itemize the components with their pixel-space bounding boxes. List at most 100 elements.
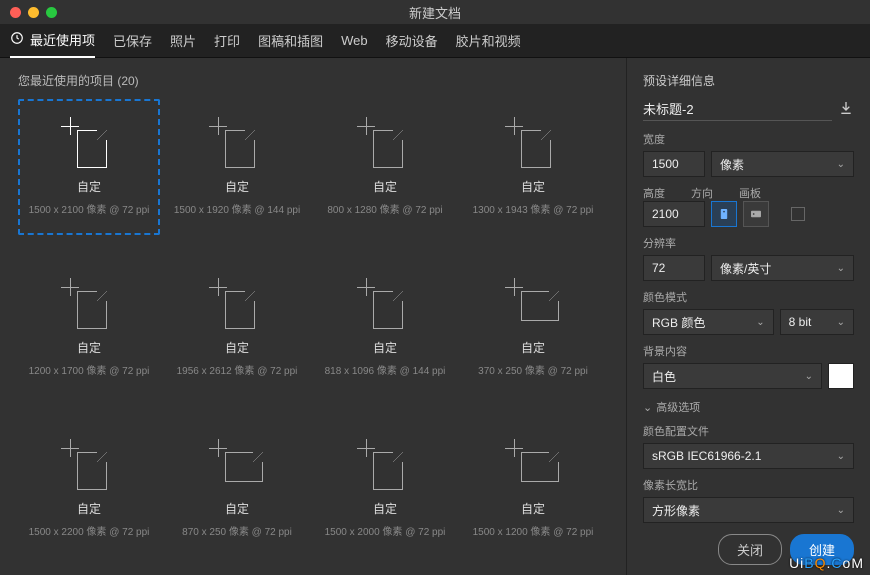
background-color-swatch[interactable] bbox=[828, 363, 854, 389]
preset-dimensions: 870 x 250 像素 @ 72 ppi bbox=[182, 523, 292, 538]
artboard-checkbox[interactable] bbox=[791, 207, 805, 221]
preset-item[interactable]: 自定 800 x 1280 像素 @ 72 ppi bbox=[314, 99, 456, 235]
details-title: 预设详细信息 bbox=[643, 72, 854, 89]
preset-item[interactable]: 自定 1200 x 1700 像素 @ 72 ppi bbox=[18, 260, 160, 396]
width-label: 宽度 bbox=[643, 131, 854, 147]
width-input[interactable] bbox=[643, 151, 705, 177]
height-input[interactable] bbox=[643, 201, 705, 227]
category-tabs: 最近使用项 已保存 照片 打印 图稿和插图 Web 移动设备 胶片和视频 bbox=[0, 24, 870, 58]
document-icon bbox=[213, 118, 261, 170]
preset-list-panel: 您最近使用的项目 (20) 自定1500 x 2100 像素 @ 72 ppi自… bbox=[0, 58, 626, 575]
document-icon bbox=[213, 440, 261, 492]
preset-dimensions: 818 x 1096 像素 @ 144 ppi bbox=[325, 362, 446, 377]
window-title: 新建文档 bbox=[0, 3, 870, 22]
document-icon bbox=[509, 440, 557, 492]
create-button[interactable]: 创建 bbox=[790, 534, 854, 565]
preset-name: 自定 bbox=[225, 339, 249, 356]
chevron-down-icon: ⌄ bbox=[837, 317, 845, 328]
close-button[interactable]: 关闭 bbox=[718, 534, 782, 565]
close-window-button[interactable] bbox=[10, 7, 21, 18]
height-label: 高度 bbox=[643, 185, 665, 201]
tab-mobile[interactable]: 移动设备 bbox=[386, 24, 438, 58]
preset-item[interactable]: 自定 1956 x 2612 像素 @ 72 ppi bbox=[166, 260, 308, 396]
tab-art[interactable]: 图稿和插图 bbox=[258, 24, 323, 58]
document-icon bbox=[213, 279, 261, 331]
minimize-window-button[interactable] bbox=[28, 7, 39, 18]
preset-name: 自定 bbox=[77, 339, 101, 356]
document-icon bbox=[65, 440, 113, 492]
tab-photo[interactable]: 照片 bbox=[170, 24, 196, 58]
advanced-toggle[interactable]: ⌄ 高级选项 bbox=[643, 399, 854, 415]
preset-name: 自定 bbox=[373, 339, 397, 356]
preset-dimensions: 1500 x 2200 像素 @ 72 ppi bbox=[29, 523, 150, 538]
tab-saved[interactable]: 已保存 bbox=[113, 24, 152, 58]
background-label: 背景内容 bbox=[643, 343, 854, 359]
preset-dimensions: 1500 x 2000 像素 @ 72 ppi bbox=[325, 523, 446, 538]
tab-filmvideo[interactable]: 胶片和视频 bbox=[456, 24, 521, 58]
preset-item[interactable]: 自定870 x 250 像素 @ 72 ppi bbox=[166, 421, 308, 557]
resolution-unit-select[interactable]: 像素/英寸⌄ bbox=[711, 255, 854, 281]
chevron-down-icon: ⌄ bbox=[837, 159, 845, 170]
preset-dimensions: 1956 x 2612 像素 @ 72 ppi bbox=[177, 362, 298, 377]
colormode-label: 颜色模式 bbox=[643, 289, 854, 305]
save-preset-icon[interactable] bbox=[838, 100, 854, 119]
preset-details-panel: 预设详细信息 宽度 像素⌄ 高度 方向 画板 bbox=[626, 58, 870, 575]
orientation-label: 方向 bbox=[691, 185, 713, 201]
tab-web[interactable]: Web bbox=[341, 24, 368, 58]
colormode-select[interactable]: RGB 颜色⌄ bbox=[643, 309, 774, 335]
document-icon bbox=[509, 118, 557, 170]
document-icon bbox=[65, 279, 113, 331]
width-unit-select[interactable]: 像素⌄ bbox=[711, 151, 854, 177]
preset-name: 自定 bbox=[225, 178, 249, 195]
chevron-down-icon: ⌄ bbox=[837, 263, 845, 274]
preset-name: 自定 bbox=[521, 178, 545, 195]
preset-item[interactable]: 自定 1300 x 1943 像素 @ 72 ppi bbox=[462, 99, 604, 235]
dialog-footer: 关闭 创建 bbox=[718, 534, 854, 565]
preset-dimensions: 1200 x 1700 像素 @ 72 ppi bbox=[29, 362, 150, 377]
preset-dimensions: 1500 x 2100 像素 @ 72 ppi bbox=[29, 201, 150, 216]
preset-item[interactable]: 自定 1500 x 2100 像素 @ 72 ppi bbox=[18, 99, 160, 235]
preset-name: 自定 bbox=[77, 178, 101, 195]
resolution-label: 分辨率 bbox=[643, 235, 854, 251]
orientation-landscape-button[interactable] bbox=[743, 201, 769, 227]
preset-dimensions: 1500 x 1200 像素 @ 72 ppi bbox=[473, 523, 594, 538]
preset-name: 自定 bbox=[373, 178, 397, 195]
preset-dimensions: 1300 x 1943 像素 @ 72 ppi bbox=[473, 201, 594, 216]
orientation-portrait-button[interactable] bbox=[711, 201, 737, 227]
colorbits-select[interactable]: 8 bit⌄ bbox=[780, 309, 854, 335]
preset-dimensions: 1500 x 1920 像素 @ 144 ppi bbox=[174, 201, 300, 216]
titlebar: 新建文档 bbox=[0, 0, 870, 24]
artboard-label: 画板 bbox=[739, 185, 761, 201]
document-icon bbox=[361, 440, 409, 492]
background-select[interactable]: 白色⌄ bbox=[643, 363, 822, 389]
preset-item[interactable]: 自定 1500 x 2000 像素 @ 72 ppi bbox=[314, 421, 456, 557]
preset-item[interactable]: 自定 1500 x 1920 像素 @ 144 ppi bbox=[166, 99, 308, 235]
color-profile-label: 颜色配置文件 bbox=[643, 423, 854, 439]
preset-item[interactable]: 自定1500 x 2200 像素 @ 72 ppi bbox=[18, 421, 160, 557]
preset-dimensions: 800 x 1280 像素 @ 72 ppi bbox=[327, 201, 442, 216]
preset-name: 自定 bbox=[373, 500, 397, 517]
preset-name: 自定 bbox=[521, 500, 545, 517]
window-controls bbox=[0, 7, 57, 18]
chevron-down-icon: ⌄ bbox=[756, 317, 764, 328]
document-icon bbox=[361, 279, 409, 331]
color-profile-select[interactable]: sRGB IEC61966-2.1⌄ bbox=[643, 443, 854, 469]
document-icon bbox=[65, 118, 113, 170]
tab-label: 最近使用项 bbox=[30, 30, 95, 49]
document-name-input[interactable] bbox=[643, 97, 832, 121]
preset-dimensions: 370 x 250 像素 @ 72 ppi bbox=[478, 362, 588, 377]
preset-name: 自定 bbox=[521, 339, 545, 356]
preset-item[interactable]: 自定 370 x 250 像素 @ 72 ppi bbox=[462, 260, 604, 396]
resolution-input[interactable] bbox=[643, 255, 705, 281]
chevron-down-icon: ⌄ bbox=[643, 401, 652, 414]
chevron-down-icon: ⌄ bbox=[805, 371, 813, 382]
document-icon bbox=[361, 118, 409, 170]
preset-item[interactable]: 自定 818 x 1096 像素 @ 144 ppi bbox=[314, 260, 456, 396]
tab-print[interactable]: 打印 bbox=[214, 24, 240, 58]
preset-item[interactable]: 自定 1500 x 1200 像素 @ 72 ppi bbox=[462, 421, 604, 557]
tab-recent[interactable]: 最近使用项 bbox=[10, 24, 95, 58]
pixel-aspect-select[interactable]: 方形像素⌄ bbox=[643, 497, 854, 523]
maximize-window-button[interactable] bbox=[46, 7, 57, 18]
chevron-down-icon: ⌄ bbox=[837, 451, 845, 462]
preset-grid: 自定 1500 x 2100 像素 @ 72 ppi 自定 1500 x 1920 像… bbox=[18, 99, 626, 575]
